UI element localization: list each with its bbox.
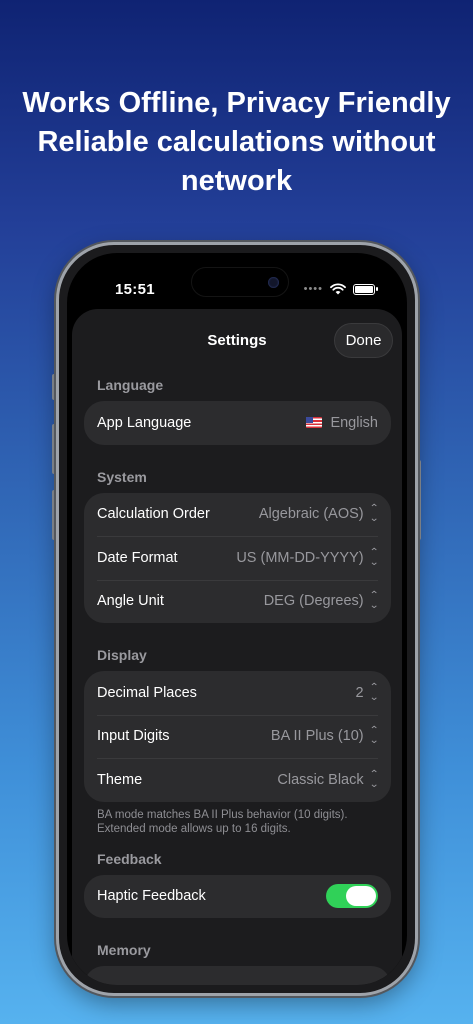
angle-unit-value: DEG (Degrees) [263,593,364,610]
row-label: App Language [97,414,192,431]
sheet-header: Settings Done [72,309,402,373]
memory-group [84,966,391,985]
done-button[interactable]: Done [334,323,393,358]
section-label-system: System [97,468,147,485]
status-time: 15:51 [115,281,155,298]
haptic-feedback-toggle[interactable] [326,884,378,909]
status-icons: •••• [303,283,378,295]
calculation-order-value: Algebraic (AOS) [258,506,364,523]
decimal-places-value: 2 [355,684,364,701]
input-digits-value: BA II Plus (10) [270,728,364,745]
feedback-group: Haptic Feedback [84,874,391,919]
date-format-value: US (MM-DD-YYYY) [236,549,364,566]
footnote-line-1: BA mode matches BA II Plus behavior (10 … [97,808,348,821]
row-label: Decimal Places [97,684,197,701]
status-bar: 15:51 •••• [67,253,407,313]
chevron-up-down-icon: ⌃ ⌄ [368,725,379,747]
theme-row[interactable]: Theme Classic Black ⌃ ⌄ [84,758,391,802]
row-label: Theme [97,771,143,788]
date-format-row[interactable]: Date Format US (MM-DD-YYYY) ⌃ ⌄ [84,536,391,580]
row-value: BA II Plus (10) ⌃ ⌄ [270,725,379,747]
row-label: Date Format [97,549,178,566]
row-value: Classic Black ⌃ ⌄ [277,768,379,790]
row-value: 2 ⌃ ⌄ [355,681,379,703]
input-digits-row[interactable]: Input Digits BA II Plus (10) ⌃ ⌄ [84,714,391,759]
footnote-line-2: Extended mode allows up to 16 digits. [97,823,291,835]
headline-line-2: Reliable calculations without [37,126,436,158]
decimal-places-row[interactable]: Decimal Places 2 ⌃ ⌄ [84,671,391,715]
settings-sheet: Settings Done Language App Language Engl… [72,309,402,985]
row-label: Angle Unit [97,593,164,610]
angle-unit-row[interactable]: Angle Unit DEG (Degrees) ⌃ ⌄ [84,579,391,624]
row-label: Haptic Feedback [97,888,206,905]
row-value: DEG (Degrees) ⌃ ⌄ [263,590,379,612]
toggle-knob [346,886,376,907]
headline-line-1: Works Offline, Privacy Friendly [22,87,451,119]
chevron-up-down-icon: ⌃ ⌄ [368,681,379,703]
section-label-language: Language [97,377,164,393]
us-flag-icon [306,417,323,429]
chevron-up-down-icon: ⌃ ⌄ [368,768,379,790]
headline-line-3: network [180,165,293,197]
phone-frame: 15:51 •••• Settings Done Language App La… [56,242,418,996]
section-label-feedback: Feedback [97,850,162,867]
language-group: App Language English [84,401,391,445]
chevron-up-down-icon: ⌃ ⌄ [368,546,379,568]
display-footnote: BA mode matches BA II Plus behavior (10 … [97,808,388,837]
dynamic-island [191,267,289,297]
haptic-feedback-row: Haptic Feedback [84,875,391,919]
row-value: English [306,415,378,431]
calculation-order-row[interactable]: Calculation Order Algebraic (AOS) ⌃ ⌄ [84,493,391,537]
signal-dots-icon: •••• [303,283,323,295]
phone-screen: 15:51 •••• Settings Done Language App La… [67,253,407,985]
camera-icon [268,277,279,288]
app-language-value: English [330,414,378,431]
chevron-up-down-icon: ⌃ ⌄ [368,590,379,612]
theme-value: Classic Black [277,771,364,788]
battery-icon [353,283,378,295]
section-label-memory: Memory [97,942,151,958]
row-value: US (MM-DD-YYYY) ⌃ ⌄ [236,546,379,568]
wifi-icon [330,283,346,295]
app-language-row[interactable]: App Language English [84,401,391,445]
promo-headline: Works Offline, Privacy Friendly Reliable… [0,84,473,201]
system-group: Calculation Order Algebraic (AOS) ⌃ ⌄ Dat… [84,492,391,624]
chevron-up-down-icon: ⌃ ⌄ [368,503,379,525]
row-label: Input Digits [97,728,170,745]
row-value: Algebraic (AOS) ⌃ ⌄ [258,503,379,525]
row-label: Calculation Order [97,506,210,523]
display-group: Decimal Places 2 ⌃ ⌄ Input Digits BA II P… [84,671,391,802]
section-label-display: Display [97,647,147,663]
